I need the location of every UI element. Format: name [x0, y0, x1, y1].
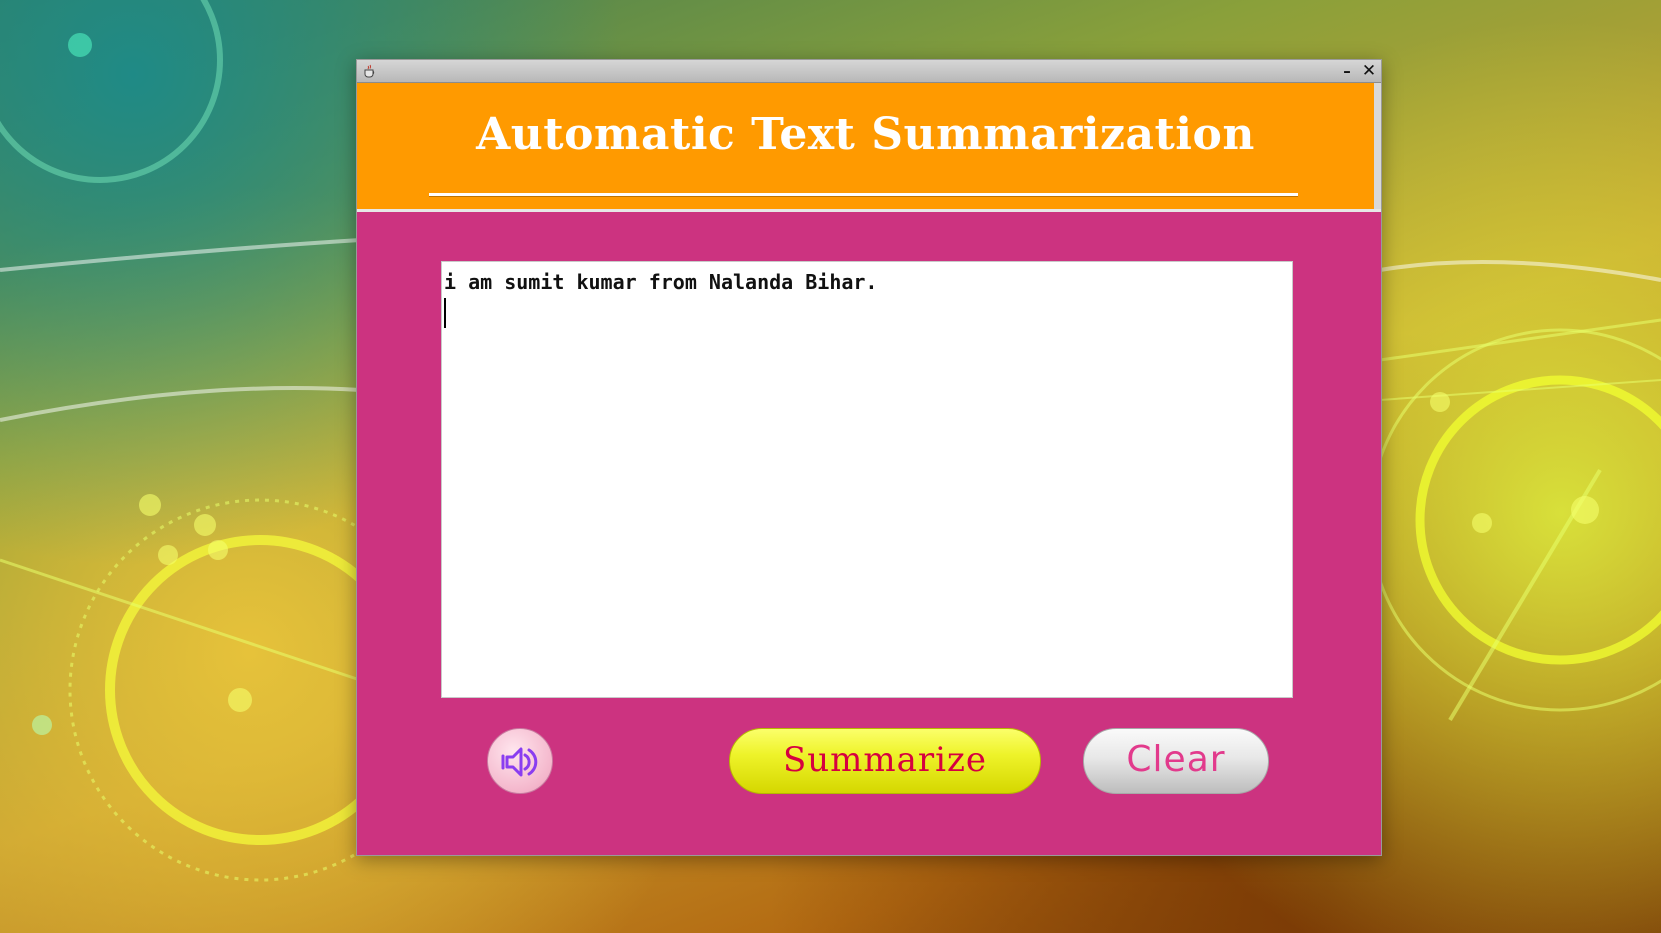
summarize-button[interactable]: Summarize [729, 728, 1041, 794]
speak-button[interactable] [487, 728, 553, 794]
app-window: – ✕ Automatic Text Summarization i am su… [356, 59, 1382, 856]
clear-button[interactable]: Clear [1083, 728, 1269, 794]
page-title: Automatic Text Summarization [476, 109, 1255, 160]
header-scrollbar[interactable] [1374, 83, 1381, 209]
text-caret [444, 298, 446, 328]
window-titlebar[interactable]: – ✕ [357, 60, 1381, 83]
header-divider [357, 209, 1381, 212]
header-panel: Automatic Text Summarization [357, 83, 1374, 209]
input-text-area[interactable]: i am sumit kumar from Nalanda Bihar. [441, 261, 1293, 698]
close-icon: ✕ [1361, 61, 1377, 81]
speaker-icon [501, 747, 538, 777]
input-text: i am sumit kumar from Nalanda Bihar. [444, 270, 878, 294]
java-cup-icon [364, 64, 375, 78]
title-underline [429, 193, 1298, 196]
minimize-button[interactable]: – [1337, 61, 1357, 81]
close-button[interactable]: ✕ [1359, 61, 1379, 81]
minimize-icon: – [1343, 62, 1351, 80]
